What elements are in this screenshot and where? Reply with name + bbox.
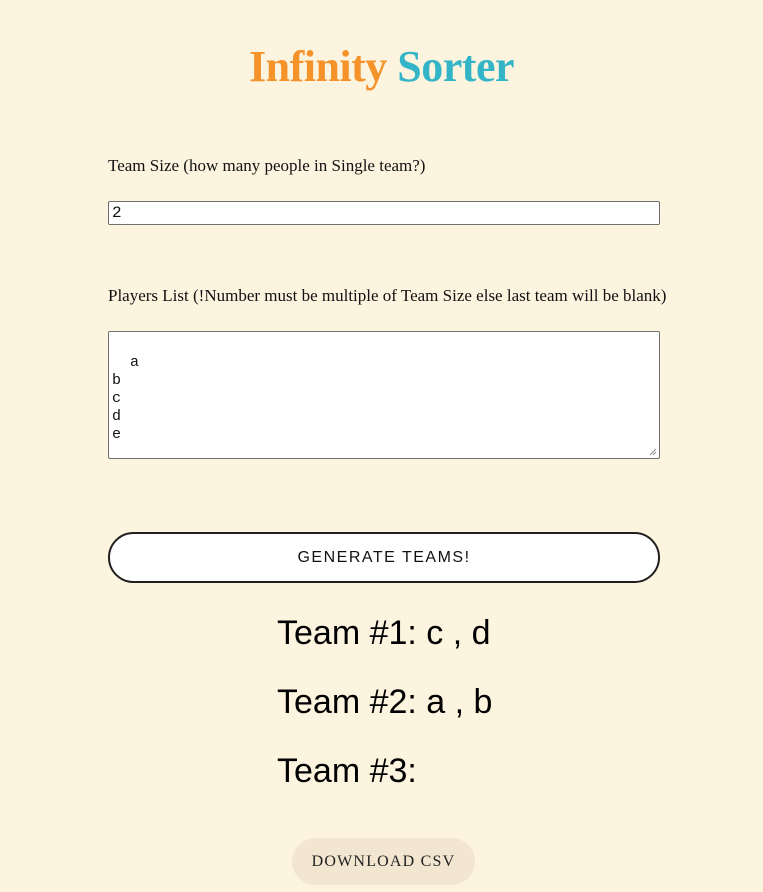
app-title-word-1: Infinity	[248, 42, 387, 91]
team-result: Team #3:	[277, 752, 417, 790]
app-title: Infinity Sorter	[0, 40, 763, 94]
resize-grip-icon[interactable]	[649, 448, 657, 456]
team-result: Team #1: c , d	[277, 614, 491, 652]
players-list-value: a b c d e	[112, 354, 140, 443]
players-list-textarea[interactable]: a b c d e	[108, 331, 660, 459]
team-result: Team #2: a , b	[277, 683, 493, 721]
app-title-word-2: Sorter	[397, 42, 515, 91]
team-size-label: Team Size (how many people in Single tea…	[108, 156, 426, 175]
players-list-label: Players List (!Number must be multiple o…	[108, 286, 667, 305]
download-csv-button[interactable]: DOWNLOAD CSV	[292, 838, 475, 885]
team-size-input[interactable]: 2	[108, 201, 660, 225]
generate-teams-button[interactable]: GENERATE TEAMS!	[108, 532, 660, 583]
